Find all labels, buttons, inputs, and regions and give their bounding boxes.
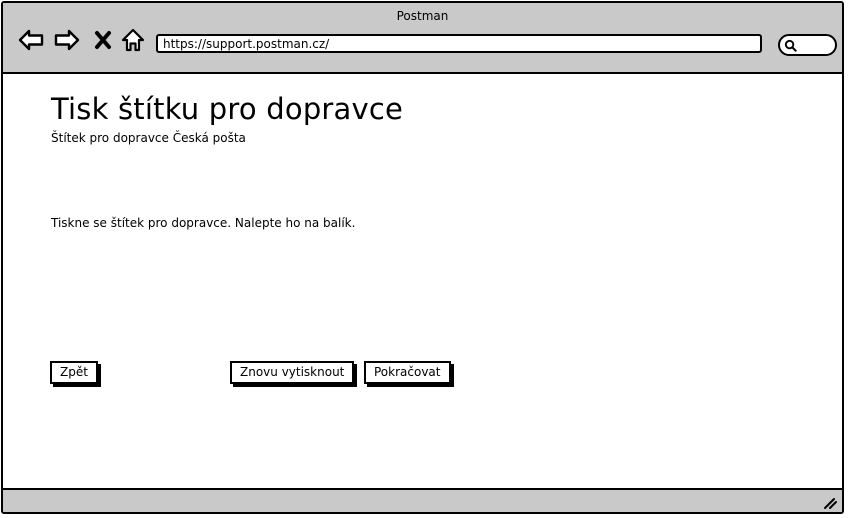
stop-button[interactable] [91, 27, 115, 53]
browser-window: Postman https://support.postman.cz/ Tisk… [1, 1, 844, 514]
resize-handle[interactable] [822, 494, 838, 510]
arrow-left-icon [18, 29, 44, 51]
page-content: Tisk štítku pro dopravce Štítek pro dopr… [3, 74, 842, 489]
continue-button[interactable]: Pokračovat [364, 361, 451, 384]
search-icon [784, 39, 797, 52]
back-button[interactable] [17, 27, 45, 53]
forward-button[interactable] [53, 27, 81, 53]
browser-toolbar: Postman [3, 3, 842, 74]
reprint-button[interactable]: Znovu vytisknout [230, 361, 355, 384]
status-bar [3, 488, 842, 512]
page-title: Tisk štítku pro dopravce [51, 92, 404, 126]
print-status-message: Tiskne se štítek pro dopravce. Nalepte h… [51, 216, 356, 230]
home-icon [121, 28, 145, 52]
window-title: Postman [396, 9, 449, 23]
address-bar[interactable] [156, 34, 762, 53]
back-nav-button[interactable]: Zpět [50, 361, 98, 384]
page-subtitle: Štítek pro dopravce Česká pošta [51, 131, 246, 145]
arrow-right-icon [54, 29, 80, 51]
search-button[interactable] [778, 34, 837, 56]
home-button[interactable] [120, 27, 146, 53]
resize-grip-icon [824, 498, 837, 509]
close-icon [95, 31, 111, 49]
